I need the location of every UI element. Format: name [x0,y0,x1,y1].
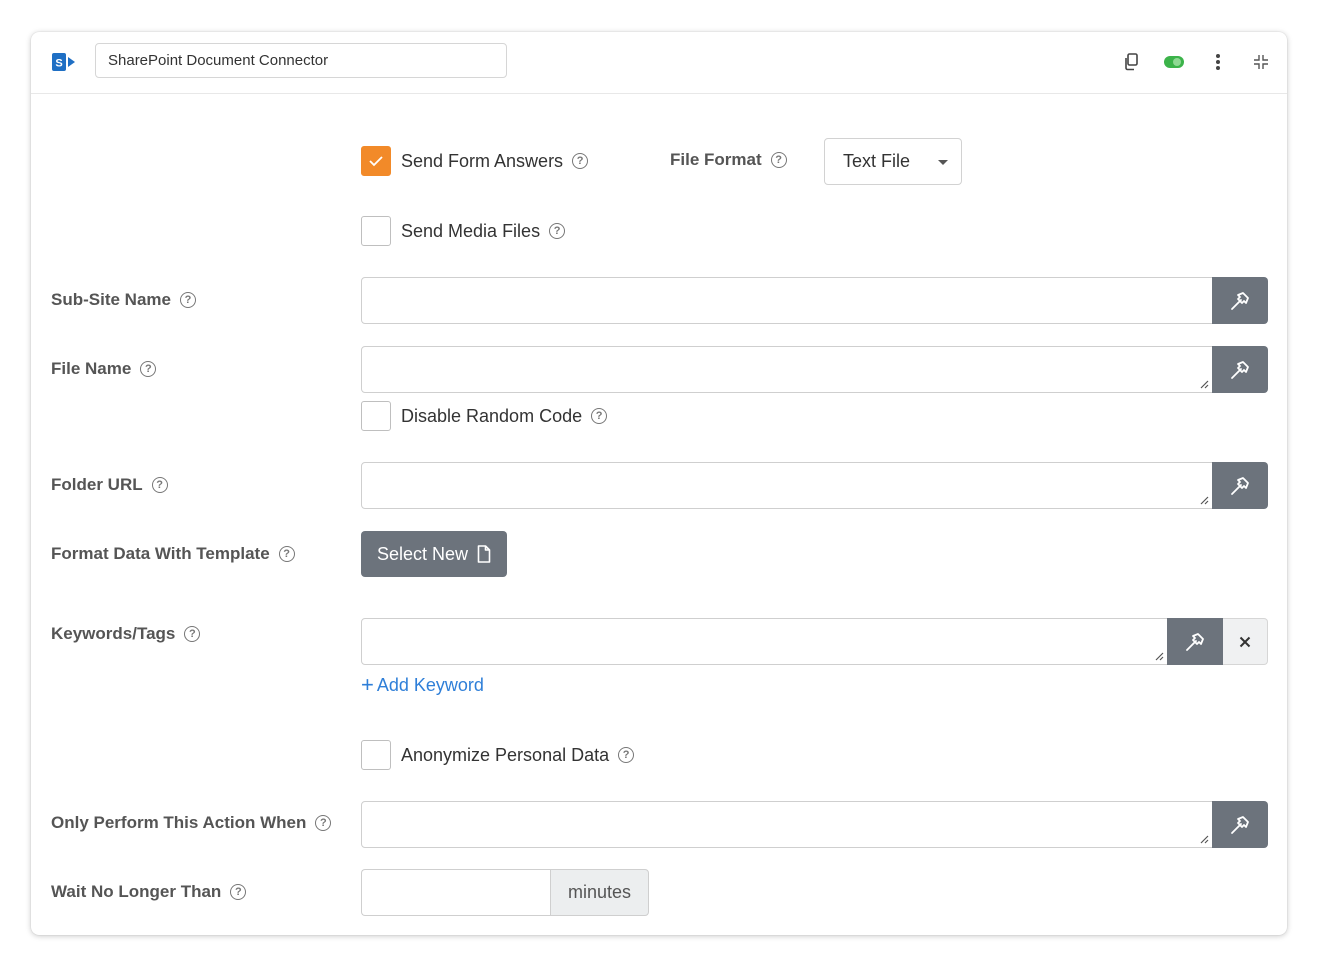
file-format-select[interactable]: Text File [824,138,962,185]
send-media-files-checkbox[interactable] [361,216,391,246]
disable-random-code-checkbox[interactable] [361,401,391,431]
anonymize-label: Anonymize Personal Data [401,744,610,765]
sub-site-name-label: Sub-Site Name [51,290,171,309]
connector-header: S [31,32,1287,94]
toggle-icon[interactable] [1163,52,1185,72]
file-name-label: File Name [51,359,132,378]
copy-icon[interactable] [1121,52,1141,72]
file-format-value: Text File [843,151,911,171]
close-icon [1239,636,1251,647]
connector-card: S SharePoint Document Connector Send For… [31,32,1287,935]
resize-grip-icon[interactable] [1199,495,1209,505]
send-form-answers-checkbox[interactable] [361,146,391,176]
sub-site-name-label-row: Sub-Site Name [51,289,196,311]
anonymize-checkbox[interactable] [361,740,391,770]
wait-minutes-input[interactable] [361,869,551,916]
file-name-input[interactable] [361,346,1213,393]
help-icon[interactable] [179,292,196,308]
hammer-icon [1231,360,1249,379]
file-format-label: File Format [670,150,762,169]
hammer-icon [1231,476,1249,495]
folder-url-label: Folder URL [51,475,143,494]
help-icon[interactable] [140,361,157,377]
minutes-addon: minutes [550,869,649,916]
file-name-tool-button[interactable] [1212,346,1268,393]
check-icon [369,156,383,167]
keywords-label-row: Keywords/Tags [51,623,201,645]
resize-grip-icon[interactable] [1199,834,1209,844]
condition-label-row: Only Perform This Action When [51,812,332,834]
sharepoint-logo-icon: S [52,53,75,71]
keywords-tool-button[interactable] [1167,618,1223,665]
wait-label: Wait No Longer Than [51,882,222,901]
condition-label: Only Perform This Action When [51,813,307,832]
help-icon[interactable] [151,477,168,493]
send-media-files-label: Send Media Files [401,220,541,241]
folder-url-tool-button[interactable] [1212,462,1268,509]
help-icon[interactable] [278,546,295,562]
help-icon[interactable] [591,408,608,424]
help-icon[interactable] [315,815,332,831]
send-media-files-row: Send Media Files [361,216,566,246]
disable-random-code-row: Disable Random Code [361,401,608,431]
collapse-icon[interactable] [1251,52,1271,72]
caret-down-icon [938,160,948,165]
help-icon[interactable] [572,153,589,169]
select-new-template-button[interactable]: Select New [361,531,507,577]
format-template-label: Format Data With Template [51,544,270,563]
help-icon[interactable] [549,223,566,239]
file-name-label-row: File Name [51,358,157,380]
file-format-label-row: File Format [670,149,787,171]
hammer-icon [1231,291,1249,310]
condition-tool-button[interactable] [1212,801,1268,848]
keywords-label: Keywords/Tags [51,624,176,643]
send-form-answers-label: Send Form Answers [401,150,564,171]
help-icon[interactable] [184,626,201,642]
plus-icon: + [361,672,374,697]
hammer-icon [1186,632,1204,651]
anonymize-row: Anonymize Personal Data [361,740,635,770]
more-vertical-icon[interactable] [1208,52,1228,72]
resize-grip-icon[interactable] [1199,379,1209,389]
add-keyword-label: Add Keyword [376,674,484,695]
hammer-icon [1231,815,1249,834]
folder-url-input[interactable] [361,462,1213,509]
condition-input[interactable] [361,801,1213,848]
connector-name-input[interactable] [95,43,507,78]
help-icon[interactable] [770,152,787,168]
sub-site-name-tool-button[interactable] [1212,277,1268,324]
folder-url-label-row: Folder URL [51,474,168,496]
sub-site-name-input[interactable] [361,277,1213,324]
help-icon[interactable] [618,747,635,763]
remove-keyword-button[interactable] [1223,618,1268,665]
add-keyword-link[interactable]: + Add Keyword [361,674,484,696]
disable-random-code-label: Disable Random Code [401,405,583,426]
format-template-label-row: Format Data With Template [51,543,295,565]
wait-label-row: Wait No Longer Than [51,881,247,903]
keywords-input[interactable] [361,618,1168,665]
send-form-answers-row: Send Form Answers [361,146,589,176]
select-new-label: Select New [376,543,469,564]
svg-text:S: S [55,58,62,70]
help-icon[interactable] [230,884,247,900]
file-icon [477,545,491,563]
resize-grip-icon[interactable] [1154,651,1164,661]
